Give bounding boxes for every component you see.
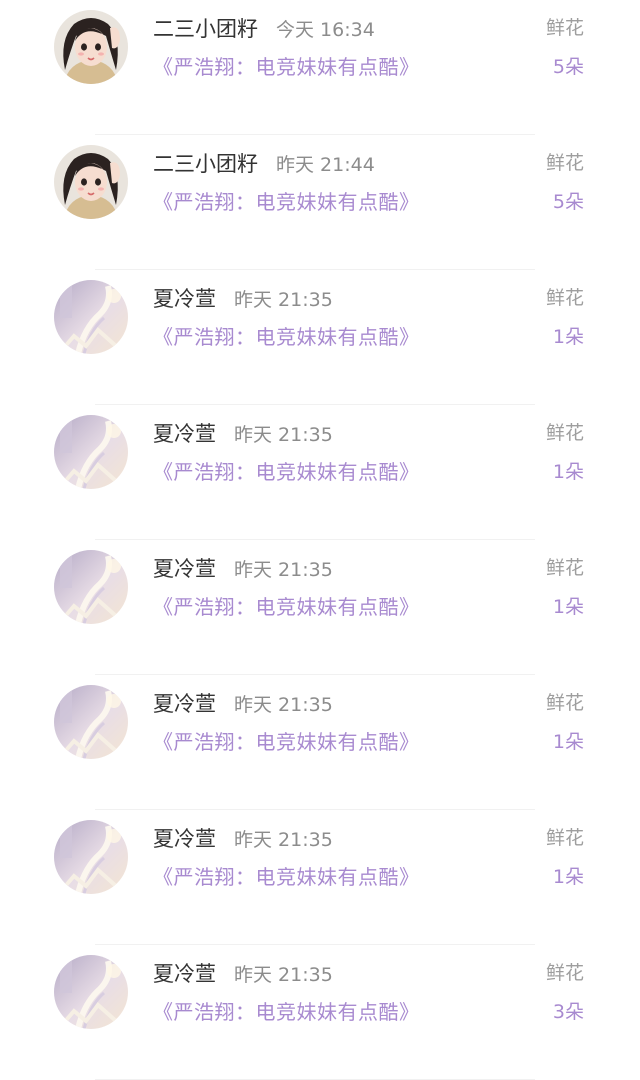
avatar[interactable] <box>54 685 128 759</box>
user-name[interactable]: 夏冷萱 <box>153 418 216 448</box>
book-title[interactable]: 《严浩翔：电竞妹妹有点酷》 <box>153 862 420 892</box>
gift-time: 昨天 21:35 <box>234 558 333 581</box>
gift-count: 5朵 <box>552 191 584 213</box>
user-name[interactable]: 夏冷萱 <box>153 958 216 988</box>
gift-count: 1朵 <box>552 326 584 348</box>
user-name[interactable]: 二三小团籽 <box>153 148 258 178</box>
gift-type: 鲜花 <box>545 692 584 714</box>
book-title[interactable]: 《严浩翔：电竞妹妹有点酷》 <box>153 592 420 622</box>
gift-count: 3朵 <box>552 1001 584 1023</box>
gift-type: 鲜花 <box>545 152 584 174</box>
list-item[interactable]: 夏冷萱 昨天 21:35 《严浩翔：电竞妹妹有点酷》 鲜花 1朵 <box>0 270 640 405</box>
avatar[interactable] <box>54 280 128 354</box>
gift-type: 鲜花 <box>545 17 584 39</box>
gift-time: 昨天 21:35 <box>234 423 333 446</box>
gift-type: 鲜花 <box>545 287 584 309</box>
gift-time: 昨天 21:44 <box>276 153 375 176</box>
staircase-avatar-icon <box>54 280 128 354</box>
avatar[interactable] <box>54 145 128 219</box>
staircase-avatar-icon <box>54 685 128 759</box>
list-item[interactable]: 夏冷萱 昨天 21:35 《严浩翔：电竞妹妹有点酷》 鲜花 1朵 <box>0 810 640 945</box>
user-name[interactable]: 夏冷萱 <box>153 823 216 853</box>
gift-type: 鲜花 <box>545 422 584 444</box>
girl-avatar-icon <box>54 10 128 84</box>
staircase-avatar-icon <box>54 820 128 894</box>
user-name[interactable]: 夏冷萱 <box>153 553 216 583</box>
avatar[interactable] <box>54 550 128 624</box>
gift-time: 昨天 21:35 <box>234 693 333 716</box>
user-name[interactable]: 夏冷萱 <box>153 688 216 718</box>
gift-type: 鲜花 <box>545 962 584 984</box>
book-title[interactable]: 《严浩翔：电竞妹妹有点酷》 <box>153 457 420 487</box>
gift-count: 1朵 <box>552 866 584 888</box>
avatar[interactable] <box>54 415 128 489</box>
gift-time: 今天 16:34 <box>276 18 375 41</box>
avatar[interactable] <box>54 820 128 894</box>
avatar[interactable] <box>54 955 128 1029</box>
list-item[interactable]: 夏冷萱 昨天 21:35 《严浩翔：电竞妹妹有点酷》 鲜花 1朵 <box>0 540 640 675</box>
list-item[interactable]: 夏冷萱 昨天 21:35 《严浩翔：电竞妹妹有点酷》 鲜花 1朵 <box>0 675 640 810</box>
user-name[interactable]: 二三小团籽 <box>153 13 258 43</box>
staircase-avatar-icon <box>54 955 128 1029</box>
book-title[interactable]: 《严浩翔：电竞妹妹有点酷》 <box>153 727 420 757</box>
book-title[interactable]: 《严浩翔：电竞妹妹有点酷》 <box>153 997 420 1027</box>
user-name[interactable]: 夏冷萱 <box>153 283 216 313</box>
gift-time: 昨天 21:35 <box>234 288 333 311</box>
list-item[interactable]: 夏冷萱 昨天 21:35 《严浩翔：电竞妹妹有点酷》 鲜花 1朵 <box>0 405 640 540</box>
gift-time: 昨天 21:35 <box>234 828 333 851</box>
gift-type: 鲜花 <box>545 557 584 579</box>
gift-type: 鲜花 <box>545 827 584 849</box>
avatar[interactable] <box>54 10 128 84</box>
gift-count: 1朵 <box>552 596 584 618</box>
girl-avatar-icon <box>54 145 128 219</box>
gift-count: 5朵 <box>552 56 584 78</box>
book-title[interactable]: 《严浩翔：电竞妹妹有点酷》 <box>153 187 420 217</box>
book-title[interactable]: 《严浩翔：电竞妹妹有点酷》 <box>153 322 420 352</box>
gift-count: 1朵 <box>552 461 584 483</box>
list-item[interactable]: 二三小团籽 今天 16:34 《严浩翔：电竞妹妹有点酷》 鲜花 5朵 <box>0 0 640 135</box>
gift-time: 昨天 21:35 <box>234 963 333 986</box>
staircase-avatar-icon <box>54 415 128 489</box>
book-title[interactable]: 《严浩翔：电竞妹妹有点酷》 <box>153 52 420 82</box>
list-item[interactable]: 夏冷萱 昨天 21:35 《严浩翔：电竞妹妹有点酷》 鲜花 3朵 <box>0 945 640 1080</box>
list-item[interactable]: 二三小团籽 昨天 21:44 《严浩翔：电竞妹妹有点酷》 鲜花 5朵 <box>0 135 640 270</box>
gift-record-list: 二三小团籽 今天 16:34 《严浩翔：电竞妹妹有点酷》 鲜花 5朵 二三小团籽… <box>0 0 640 1080</box>
staircase-avatar-icon <box>54 550 128 624</box>
gift-count: 1朵 <box>552 731 584 753</box>
